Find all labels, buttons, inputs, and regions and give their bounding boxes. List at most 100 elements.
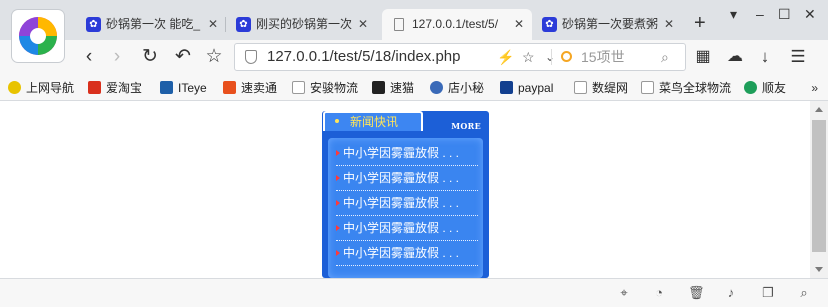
page-icon <box>394 18 404 31</box>
bookmark-item[interactable]: 菜鸟全球物流 <box>641 76 731 100</box>
forward-arrow-icon[interactable]: › <box>104 44 130 70</box>
page-icon <box>292 81 305 94</box>
page-icon <box>641 81 654 94</box>
divider <box>551 49 552 65</box>
news-item[interactable]: 中小学因雾霾放假 . . . <box>336 141 478 166</box>
tab-4[interactable]: ✿ 砂锅第一次要煮粥 ✕ <box>532 9 682 40</box>
bookmark-item[interactable]: 店小秘 <box>430 76 484 100</box>
tab-title: 刚买的砂锅第一次 <box>256 17 353 31</box>
news-tab-header[interactable]: 新闻快讯 <box>323 111 423 131</box>
trash-icon[interactable]: 🗑 <box>688 285 705 301</box>
bullet-dot-icon <box>335 119 339 123</box>
scroll-up-icon[interactable] <box>815 107 823 112</box>
news-item[interactable]: 中小学因雾霾放假 . . . <box>336 216 478 241</box>
bookmarks-bar: 上网导航 爱淘宝 ITeye 速卖通 安骏物流 速猫 店小秘 paypal 数缇… <box>0 76 828 101</box>
bookmark-item[interactable]: 速卖通 <box>223 76 277 100</box>
bookmark-item[interactable]: 速猫 <box>372 76 414 100</box>
bookmarks-overflow-icon[interactable]: » <box>811 76 818 100</box>
zoom-magnifier-icon[interactable]: ⌕ <box>796 285 812 301</box>
iteye-icon <box>160 81 173 94</box>
bullet-arrow-icon <box>336 250 340 256</box>
bullet-arrow-icon <box>336 225 340 231</box>
speaker-icon[interactable]: ♪ <box>723 285 739 301</box>
menu-icon[interactable]: ☰ <box>785 44 811 70</box>
globe-icon <box>8 81 21 94</box>
tab-2[interactable]: ✿ 刚买的砂锅第一次 ✕ <box>226 9 376 40</box>
cat-icon <box>372 81 385 94</box>
address-bar[interactable]: 127.0.0.1/test/5/18/index.php ⚡ ☆ ⌄ 15项世… <box>234 43 686 71</box>
scroll-down-icon[interactable] <box>815 267 823 272</box>
news-widget: 新闻快讯 MORE 中小学因雾霾放假 . . . 中小学因雾霾放假 . . . … <box>322 111 489 278</box>
url-text[interactable]: 127.0.0.1/test/5/18/index.php <box>267 44 460 70</box>
download-icon[interactable]: ↓ <box>752 44 778 70</box>
news-item-text[interactable]: 中小学因雾霾放假 . . . <box>343 241 459 265</box>
more-link[interactable]: MORE <box>451 121 481 131</box>
page-icon <box>574 81 587 94</box>
taobao-icon <box>88 81 101 94</box>
robot-icon <box>430 81 443 94</box>
apps-grid-icon[interactable]: ▦ <box>690 44 716 70</box>
status-bar: ⌖ ◔ 🗑 ♪ ❐ ⌕ <box>0 278 828 307</box>
page-viewport: 新闻快讯 MORE 中小学因雾霾放假 . . . 中小学因雾霾放假 . . . … <box>0 101 810 278</box>
bookmark-item[interactable]: 上网导航 <box>8 76 74 100</box>
undo-icon[interactable]: ↶ <box>170 44 196 70</box>
tab-strip: ✿ 砂锅第一次 能吃_ ✕ ✿ 刚买的砂锅第一次 ✕ 127.0.0.1/tes… <box>0 0 828 40</box>
baidu-paw-icon: ✿ <box>86 17 101 32</box>
star-icon[interactable]: ☆ <box>201 44 227 70</box>
lightning-icon[interactable]: ⚡ <box>497 44 514 70</box>
navigation-toolbar: ‹ › ↻ ↶ ☆ 127.0.0.1/test/5/18/index.php … <box>0 40 828 76</box>
bullet-arrow-icon <box>336 175 340 181</box>
bookmark-item[interactable]: 顺友 <box>744 76 786 100</box>
close-icon[interactable]: ✕ <box>514 9 524 40</box>
news-item-text[interactable]: 中小学因雾霾放假 . . . <box>343 141 459 165</box>
pin-icon[interactable]: ⌖ <box>616 285 632 301</box>
bullet-arrow-icon <box>336 200 340 206</box>
shield-icon <box>245 50 257 64</box>
minimize-button[interactable]: – <box>756 6 764 22</box>
paypal-icon <box>500 81 513 94</box>
magnifier-icon[interactable]: ⌕ <box>661 44 669 70</box>
new-tab-button[interactable]: + <box>694 9 706 37</box>
vertical-scrollbar[interactable] <box>810 101 828 278</box>
scroll-thumb[interactable] <box>812 120 826 252</box>
baidu-paw-icon: ✿ <box>542 17 557 32</box>
reload-icon[interactable]: ↻ <box>137 44 163 70</box>
bookmark-item[interactable]: 爱淘宝 <box>88 76 142 100</box>
speed-icon[interactable]: ◔ <box>651 285 667 301</box>
news-item-text[interactable]: 中小学因雾霾放假 . . . <box>343 191 459 215</box>
news-item[interactable]: 中小学因雾霾放假 . . . <box>336 166 478 191</box>
shunyou-icon <box>744 81 757 94</box>
close-icon[interactable]: ✕ <box>208 9 218 40</box>
news-list: 中小学因雾霾放假 . . . 中小学因雾霾放假 . . . 中小学因雾霾放假 .… <box>328 138 483 278</box>
search-hint[interactable]: 15项世 <box>581 44 625 70</box>
close-window-button[interactable]: ✕ <box>804 6 816 23</box>
news-item-text[interactable]: 中小学因雾霾放假 . . . <box>343 216 459 240</box>
back-arrow-icon[interactable]: ‹ <box>76 44 102 70</box>
bookmark-item[interactable]: 数缇网 <box>574 76 628 100</box>
bookmark-item[interactable]: ITeye <box>160 76 207 100</box>
bookmark-item[interactable]: paypal <box>500 76 553 100</box>
cloud-icon[interactable]: ☁ <box>722 44 748 70</box>
tab-1[interactable]: ✿ 砂锅第一次 能吃_ ✕ <box>76 9 226 40</box>
tab-3-active[interactable]: 127.0.0.1/test/5/ ✕ <box>382 9 532 40</box>
browser-logo-icon <box>19 17 57 55</box>
tab-title: 127.0.0.1/test/5/ <box>412 17 499 31</box>
aliexpress-icon <box>223 81 236 94</box>
news-item[interactable]: 中小学因雾霾放假 . . . <box>336 241 478 266</box>
bookmark-star-icon[interactable]: ☆ <box>522 44 535 70</box>
baidu-paw-icon: ✿ <box>236 17 251 32</box>
bullet-arrow-icon <box>336 150 340 156</box>
window-icon[interactable]: ❐ <box>760 285 776 301</box>
news-item-text[interactable]: 中小学因雾霾放假 . . . <box>343 166 459 190</box>
bookmark-item[interactable]: 安骏物流 <box>292 76 358 100</box>
close-icon[interactable]: ✕ <box>358 9 368 40</box>
tab-title: 砂锅第一次要煮粥 <box>562 17 659 31</box>
search-engine-icon <box>561 51 572 62</box>
tab-title: 砂锅第一次 能吃_ <box>106 17 201 31</box>
browser-logo[interactable] <box>12 10 64 62</box>
close-icon[interactable]: ✕ <box>664 9 674 40</box>
news-item[interactable]: 中小学因雾霾放假 . . . <box>336 191 478 216</box>
shirt-menu-icon[interactable]: ▾ <box>730 6 737 23</box>
news-title: 新闻快讯 <box>350 115 399 129</box>
maximize-button[interactable]: ☐ <box>778 6 791 23</box>
